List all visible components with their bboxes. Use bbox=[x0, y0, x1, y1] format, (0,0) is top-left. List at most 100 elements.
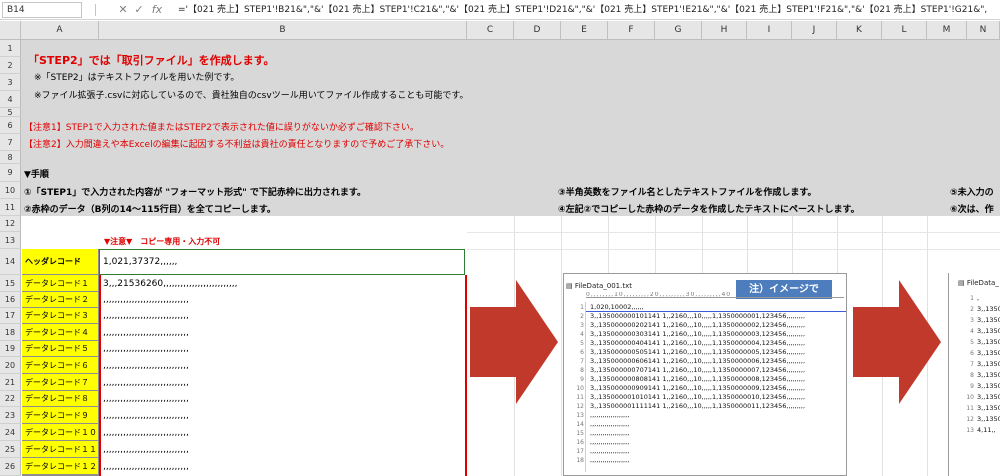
row-header[interactable]: 23 bbox=[0, 407, 21, 424]
data-record-value: ,,,,,,,,,,,,,,,,,,,,,,,,,,,,,, bbox=[103, 295, 189, 305]
text-line: 3,,1350 bbox=[977, 371, 1000, 379]
line-number: 1 bbox=[580, 304, 584, 311]
arrow-right-icon bbox=[470, 280, 558, 404]
line-number: 12 bbox=[966, 416, 974, 423]
text-line: 3,,1350 bbox=[977, 305, 1000, 313]
text-line: 3,,135000000404141 1,,2160,,,10,,,,,1,13… bbox=[590, 339, 806, 347]
caution-1: 【注意1】STEP1で入力された値またはSTEP2で表示された値に誤りがないか必… bbox=[24, 123, 419, 133]
row-header[interactable]: 5 bbox=[0, 108, 21, 117]
row-header[interactable]: 24 bbox=[0, 424, 21, 441]
text-line: 1,020,10002,,,,,, bbox=[590, 303, 644, 311]
column-header-n[interactable]: N bbox=[967, 21, 1000, 40]
select-all-corner[interactable] bbox=[0, 21, 21, 40]
data-record-value: ,,,,,,,,,,,,,,,,,,,,,,,,,,,,,, bbox=[103, 394, 189, 404]
column-header-m[interactable]: M bbox=[927, 21, 967, 40]
enter-icon[interactable]: ✓ bbox=[132, 2, 146, 18]
name-box[interactable]: B14 bbox=[2, 2, 82, 18]
row-header[interactable]: 7 bbox=[0, 134, 21, 151]
step-3: ③半角英数をファイル名としたテキストファイルを作成します。 bbox=[558, 188, 817, 198]
procedure-heading: ▼手順 bbox=[24, 170, 49, 180]
text-line: 3,,135000000202141 1,,2160,,,10,,,,,1,13… bbox=[590, 321, 806, 329]
step-5: ⑤未入力の bbox=[950, 188, 994, 198]
file-icon: ▤ bbox=[566, 282, 575, 290]
data-record-value: 3,,,21536260,,,,,,,,,,,,,,,,,,,,,,,,,, bbox=[103, 279, 238, 289]
text-file-name-2: FileData_ bbox=[966, 279, 999, 287]
column-header-l[interactable]: L bbox=[882, 21, 927, 40]
text-ruler: 0,,,,,,,,10,,,,,,,,,20,,,,,,,,,30,,,,,,,… bbox=[586, 292, 844, 298]
row-header[interactable]: 17 bbox=[0, 308, 21, 324]
row-header[interactable]: 9 bbox=[0, 164, 21, 182]
text-line: 3,,1350 bbox=[977, 349, 1000, 357]
line-number: 2 bbox=[580, 313, 584, 320]
row-header[interactable]: 12 bbox=[0, 216, 21, 232]
column-header-a[interactable]: A bbox=[21, 21, 99, 40]
file-icon: ▤ bbox=[958, 279, 967, 287]
row-header[interactable]: 25 bbox=[0, 441, 21, 458]
row-header[interactable]: 19 bbox=[0, 341, 21, 357]
row-header[interactable]: 6 bbox=[0, 117, 21, 134]
data-record-value: ,,,,,,,,,,,,,,,,,,,,,,,,,,,,,, bbox=[103, 311, 189, 321]
data-record-label: データレコード１ bbox=[22, 275, 99, 292]
column-header-j[interactable]: J bbox=[792, 21, 837, 40]
text-line: ,,,,,,,,,,,,,,,,,,, bbox=[590, 411, 630, 419]
line-number: 18 bbox=[576, 457, 584, 464]
row-header[interactable]: 1 bbox=[0, 40, 21, 57]
column-header-g[interactable]: G bbox=[655, 21, 702, 40]
row-header[interactable]: 22 bbox=[0, 391, 21, 407]
line-number: 10 bbox=[966, 394, 974, 401]
column-header-e[interactable]: E bbox=[561, 21, 608, 40]
gridline bbox=[702, 216, 703, 273]
text-line: ,,,,,,,,,,,,,,,,,,, bbox=[590, 456, 630, 464]
row-header[interactable]: 4 bbox=[0, 91, 21, 108]
column-header-h[interactable]: H bbox=[702, 21, 747, 40]
text-line: 3,,135000001010141 1,,2160,,,10,,,,,1,13… bbox=[590, 393, 806, 401]
insert-function-icon[interactable]: fx bbox=[150, 2, 164, 18]
gridline bbox=[467, 232, 1000, 233]
cancel-icon[interactable]: ✕ bbox=[116, 2, 130, 18]
column-header-k[interactable]: K bbox=[837, 21, 882, 40]
text-line: 3,,135000000909141 1,,2160,,,10,,,,,1,13… bbox=[590, 384, 806, 392]
note-csv-extension: ※ファイル拡張子.csvに対応しているので、貴社独自のcsvツール用いてファイル… bbox=[34, 91, 469, 101]
text-line: 3,,135000000505141 1,,2160,,,10,,,,,1,13… bbox=[590, 348, 806, 356]
header-record-value: 1,021,37372,,,,,, bbox=[103, 257, 178, 267]
column-header-b[interactable]: B bbox=[99, 21, 467, 40]
step-4: ④左記②でコピーした赤枠のデータを作成したテキストにペーストします。 bbox=[558, 205, 860, 215]
row-header[interactable]: 16 bbox=[0, 292, 21, 308]
row-header[interactable]: 14 bbox=[0, 249, 21, 275]
row-header[interactable]: 11 bbox=[0, 199, 21, 216]
line-number: 4 bbox=[970, 328, 974, 335]
column-header-c[interactable]: C bbox=[467, 21, 514, 40]
line-number: 14 bbox=[576, 421, 584, 428]
row-header[interactable]: 10 bbox=[0, 182, 21, 199]
row-header[interactable]: 26 bbox=[0, 458, 21, 476]
data-record-label: データレコード５ bbox=[22, 341, 99, 357]
text-line: 3,,1350 bbox=[977, 338, 1000, 346]
column-header-d[interactable]: D bbox=[514, 21, 561, 40]
data-record-value: ,,,,,,,,,,,,,,,,,,,,,,,,,,,,,, bbox=[103, 361, 189, 371]
row-header[interactable]: 21 bbox=[0, 374, 21, 391]
column-header-i[interactable]: I bbox=[747, 21, 792, 40]
line-number: 4 bbox=[580, 331, 584, 338]
data-record-value: ,,,,,,,,,,,,,,,,,,,,,,,,,,,,,, bbox=[103, 462, 189, 472]
column-header-f[interactable]: F bbox=[608, 21, 655, 40]
line-number: 13 bbox=[966, 427, 974, 434]
formula-input[interactable]: ='【021 売上】STEP1'!B21&","&'【021 売上】STEP1'… bbox=[178, 2, 1000, 18]
line-number: 13 bbox=[576, 412, 584, 419]
text-file-tab: ▤ FileData_001.txt bbox=[566, 280, 632, 292]
gridline bbox=[655, 216, 656, 273]
row-header[interactable]: 2 bbox=[0, 57, 21, 74]
text-line: 3,,1350 bbox=[977, 404, 1000, 412]
row-header[interactable]: 8 bbox=[0, 151, 21, 164]
row-header[interactable]: 3 bbox=[0, 74, 21, 91]
line-number: 6 bbox=[580, 349, 584, 356]
row-header[interactable]: 20 bbox=[0, 357, 21, 374]
line-number: 3 bbox=[580, 322, 584, 329]
line-number: 11 bbox=[576, 394, 584, 401]
row-header[interactable]: 13 bbox=[0, 232, 21, 249]
gridline bbox=[837, 216, 838, 273]
line-number: 8 bbox=[580, 367, 584, 374]
formula-bar: B14 ✕ ✓ fx ='【021 売上】STEP1'!B21&","&'【02… bbox=[0, 0, 1000, 20]
row-header[interactable]: 15 bbox=[0, 275, 21, 292]
row-header[interactable]: 18 bbox=[0, 324, 21, 341]
line-number: 12 bbox=[576, 403, 584, 410]
